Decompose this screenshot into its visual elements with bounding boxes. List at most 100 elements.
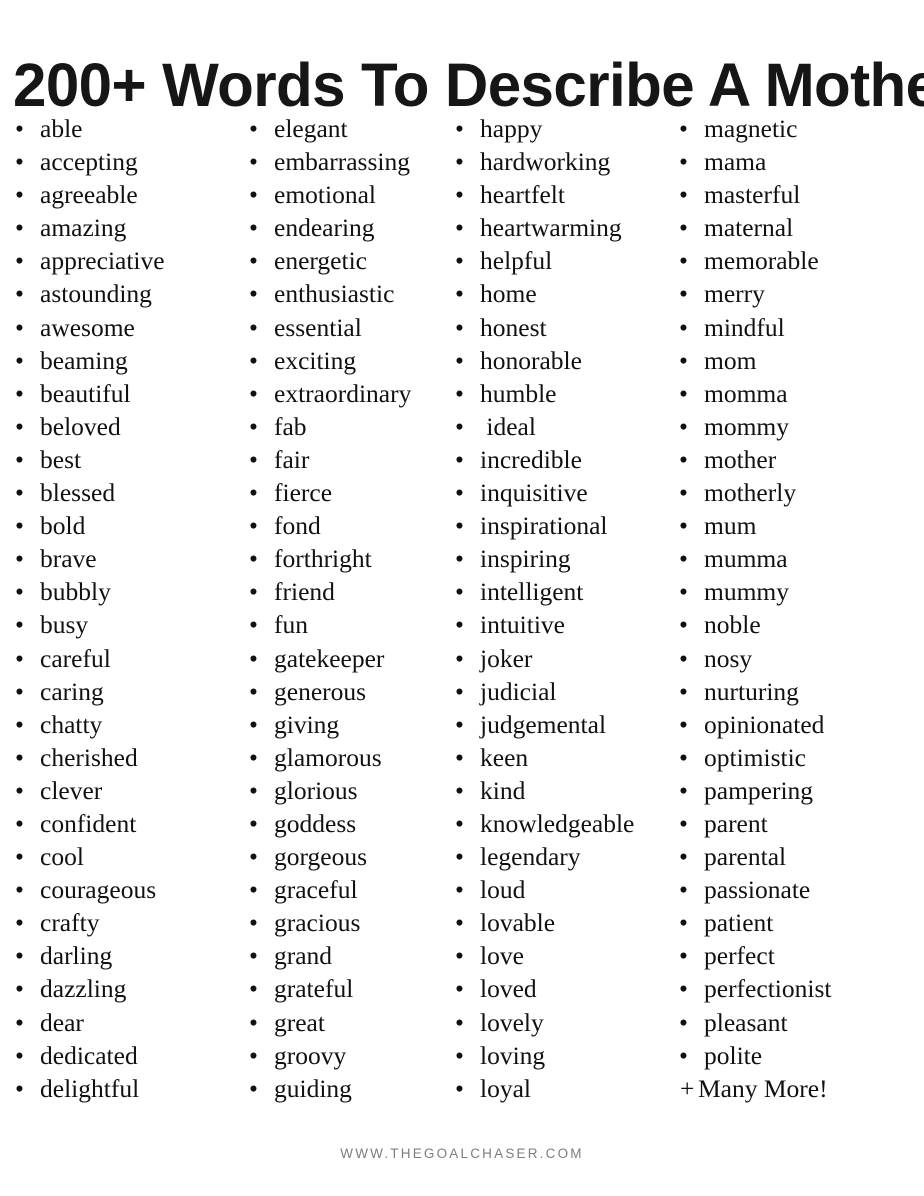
word-list-item: • judgemental — [452, 708, 667, 741]
word-label: beloved — [40, 411, 121, 441]
bullet-icon: • — [679, 941, 688, 971]
word-label: mummy — [704, 577, 790, 607]
bullet-icon: • — [249, 213, 258, 243]
word-list-item: • nosy — [676, 642, 920, 675]
word-list-item: • grateful — [246, 972, 456, 1005]
word-label: confident — [40, 808, 137, 838]
bullet-icon: • — [455, 1073, 464, 1103]
bullet-icon: • — [679, 676, 688, 706]
bullet-icon: • — [15, 875, 24, 905]
bullet-icon: • — [679, 511, 688, 541]
word-list-item: • essential — [246, 311, 456, 344]
bullet-icon: • — [455, 345, 464, 375]
word-list-item: • joker — [452, 642, 667, 675]
word-list-item: • fond — [246, 509, 456, 542]
word-label: pampering — [704, 775, 814, 805]
word-label: kind — [480, 775, 526, 805]
bullet-icon: • — [15, 577, 24, 607]
bullet-icon: • — [455, 312, 464, 342]
word-list-item: • generous — [246, 675, 456, 708]
word-list-item: • lovely — [452, 1006, 667, 1039]
bullet-icon: • — [15, 478, 24, 508]
word-label: emotional — [274, 180, 376, 210]
word-list-item: • inspirational — [452, 509, 667, 542]
word-list-item: • forthright — [246, 542, 456, 575]
word-list-item: • fun — [246, 608, 456, 641]
bullet-icon: • — [249, 246, 258, 276]
bullet-icon: • — [679, 279, 688, 309]
word-label: glamorous — [274, 742, 382, 772]
word-label: able — [40, 114, 83, 143]
word-label: home — [480, 279, 537, 309]
word-label: dear — [40, 1007, 84, 1037]
bullet-icon: • — [679, 147, 688, 177]
word-list-item: • intelligent — [452, 575, 667, 608]
bullet-icon: • — [15, 378, 24, 408]
word-label: noble — [704, 610, 761, 640]
bullet-icon: • — [15, 676, 24, 706]
bullet-icon: • — [15, 742, 24, 772]
word-label: hardworking — [480, 147, 611, 177]
bullet-icon: • — [15, 180, 24, 210]
bullet-icon: • — [679, 974, 688, 1004]
word-list-item: • merry — [676, 277, 920, 310]
bullet-icon: • — [679, 808, 688, 838]
word-label: parental — [704, 842, 787, 872]
word-label: gorgeous — [274, 842, 368, 872]
word-label: momma — [704, 378, 788, 408]
word-list-item: • goddess — [246, 807, 456, 840]
word-label: nosy — [704, 643, 753, 673]
bullet-icon: • — [249, 180, 258, 210]
bullet-icon: • — [249, 775, 258, 805]
word-label: honest — [480, 312, 547, 342]
word-list-item: • honorable — [452, 344, 667, 377]
page-title: 200+ Words To Describe A Mother — [13, 50, 924, 119]
bullet-icon: • — [249, 345, 258, 375]
word-label: patient — [704, 908, 774, 938]
word-label: busy — [40, 610, 89, 640]
word-label: knowledgeable — [480, 808, 635, 838]
word-list-item: • courageous — [12, 873, 242, 906]
word-list-item: • confident — [12, 807, 242, 840]
word-list-item: • dazzling — [12, 972, 242, 1005]
word-list-item: • gorgeous — [246, 840, 456, 873]
word-list-item: • glorious — [246, 774, 456, 807]
bullet-icon: • — [455, 279, 464, 309]
word-label: accepting — [40, 147, 138, 177]
bullet-icon: • — [455, 1040, 464, 1070]
word-list-closing-item: + Many More! — [676, 1072, 920, 1105]
word-label: mommy — [704, 411, 790, 441]
bullet-icon: • — [249, 577, 258, 607]
bullet-icon: • — [455, 147, 464, 177]
word-list-item: • great — [246, 1006, 456, 1039]
bullet-icon: • — [679, 378, 688, 408]
bullet-icon: • — [15, 808, 24, 838]
word-list-item: • accepting — [12, 145, 242, 178]
bullet-icon: • — [679, 345, 688, 375]
word-label: intuitive — [480, 610, 565, 640]
bullet-icon: • — [15, 312, 24, 342]
word-label: joker — [480, 643, 533, 673]
word-list-item: • beaming — [12, 344, 242, 377]
word-list-item: • cool — [12, 840, 242, 873]
word-list-item: • beloved — [12, 410, 242, 443]
bullet-icon: • — [455, 114, 464, 143]
word-list-item: • optimistic — [676, 741, 920, 774]
word-list-item: • kind — [452, 774, 667, 807]
word-list-item: • heartfelt — [452, 178, 667, 211]
bullet-icon: • — [15, 444, 24, 474]
word-label: cherished — [40, 742, 138, 772]
word-label: great — [274, 1007, 325, 1037]
bullet-icon: • — [15, 213, 24, 243]
word-list-item: • home — [452, 277, 667, 310]
word-label: forthright — [274, 544, 372, 574]
word-label: beautiful — [40, 378, 131, 408]
word-list-item: • pampering — [676, 774, 920, 807]
plus-icon: + — [680, 1073, 695, 1103]
bullet-icon: • — [249, 1040, 258, 1070]
word-list-item: • cherished — [12, 741, 242, 774]
bullet-icon: • — [249, 279, 258, 309]
word-label: judgemental — [480, 709, 607, 739]
word-label: generous — [274, 676, 367, 706]
bullet-icon: • — [15, 1040, 24, 1070]
